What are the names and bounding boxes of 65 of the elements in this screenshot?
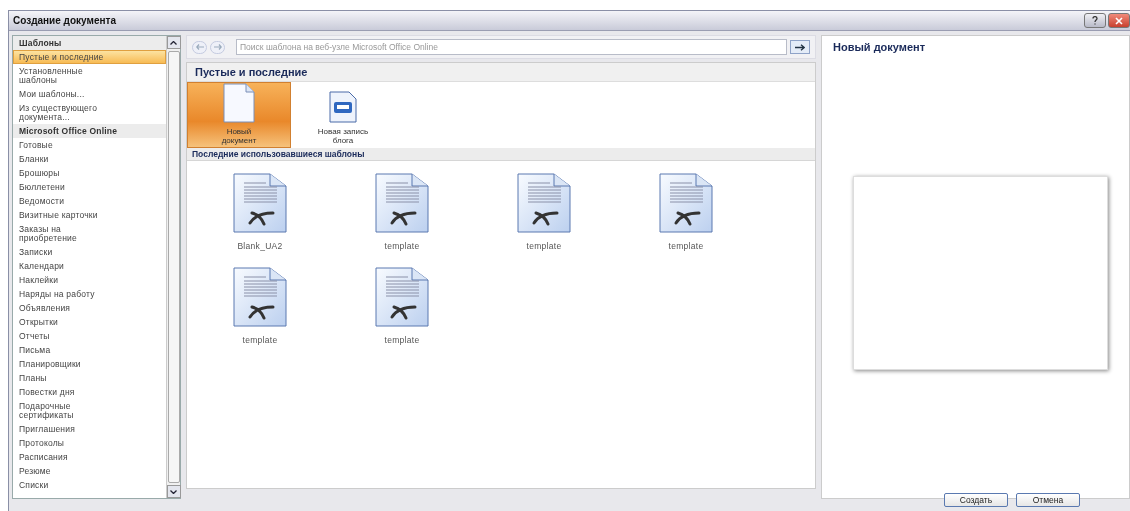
template-tile[interactable]: Новая запись блога [291,82,395,148]
document-icon [233,267,287,327]
scroll-down-button[interactable] [166,485,181,498]
sidebar-item[interactable]: Пустые и последние [13,50,166,64]
template-name[interactable]: template [384,335,420,345]
sidebar-item[interactable]: Ведомости [13,194,166,208]
sidebar-item[interactable]: Установленные шаблоны [13,64,166,87]
document-icon [375,173,429,233]
sidebar-item[interactable]: Календари [13,259,166,273]
help-icon [1092,16,1098,25]
template-name[interactable]: template [242,335,278,345]
create-button[interactable]: Создать [944,493,1008,507]
sidebar-item[interactable]: Отчеты [13,329,166,343]
template-name[interactable]: template [668,241,704,251]
sidebar-item[interactable]: Визитные карточки [13,208,166,222]
template-name[interactable]: template [384,241,420,251]
document-icon [517,173,571,233]
scroll-up-button[interactable] [166,36,181,49]
section-heading: Пустые и последние [187,63,815,82]
sidebar-item[interactable]: Планы [13,371,166,385]
sidebar-heading: Microsoft Office Online [13,124,166,138]
sidebar-item[interactable]: Списки [13,478,166,492]
sidebar-item[interactable]: Подарочные сертификаты [13,399,166,422]
arrow-right-icon [795,43,805,51]
close-icon [1115,16,1123,25]
sidebar-item[interactable]: Бланки [13,152,166,166]
search-go-button[interactable] [790,40,810,54]
sidebar-item[interactable]: Мои шаблоны... [13,87,166,101]
sidebar-item[interactable]: Записки [13,245,166,259]
chevron-up-icon [170,40,177,45]
arrow-left-icon [195,44,204,50]
preview-title: Новый документ [832,40,927,55]
window-title: Создание документа [13,15,116,26]
subsection-heading: Последние использовавшиеся шаблоны [187,148,815,161]
sidebar-item[interactable]: Бюллетени [13,180,166,194]
template-name[interactable]: Blank_UA2 [237,241,283,251]
sidebar-item[interactable]: Объявления [13,301,166,315]
chevron-down-icon [170,489,177,494]
cancel-button[interactable]: Отмена [1016,493,1080,507]
sidebar-item[interactable]: Письма [13,343,166,357]
blog-page-icon [329,91,357,123]
sidebar-item[interactable]: Готовые [13,138,166,152]
sidebar-item[interactable]: Расписания [13,450,166,464]
sidebar-item[interactable]: Приглашения [13,422,166,436]
sidebar-item[interactable]: Протоколы [13,436,166,450]
search-field[interactable]: Поиск шаблона на веб-узле Microsoft Office Online [236,39,787,55]
document-icon [375,267,429,327]
sidebar-item[interactable]: Брошюры [13,166,166,180]
sidebar-item[interactable]: Резюме [13,464,166,478]
sidebar-item[interactable]: Повестки дня [13,385,166,399]
sidebar-item[interactable]: Наклейки [13,273,166,287]
sidebar-item[interactable]: Открытки [13,315,166,329]
blank-page-icon [223,83,255,123]
sidebar-item[interactable]: Заказы на приобретение [13,222,166,245]
document-icon [659,173,713,233]
sidebar-heading: Шаблоны [13,36,166,50]
close-button[interactable] [1108,13,1130,28]
arrow-right-icon [213,44,222,50]
template-tile[interactable]: Новый документ [187,82,291,148]
sidebar-item[interactable]: Наряды на работу [13,287,166,301]
sidebar-item[interactable]: Планировщики [13,357,166,371]
help-button[interactable] [1084,13,1106,28]
sidebar-item[interactable]: Из существующего документа... [13,101,166,124]
document-icon [233,173,287,233]
template-name[interactable]: template [526,241,562,251]
